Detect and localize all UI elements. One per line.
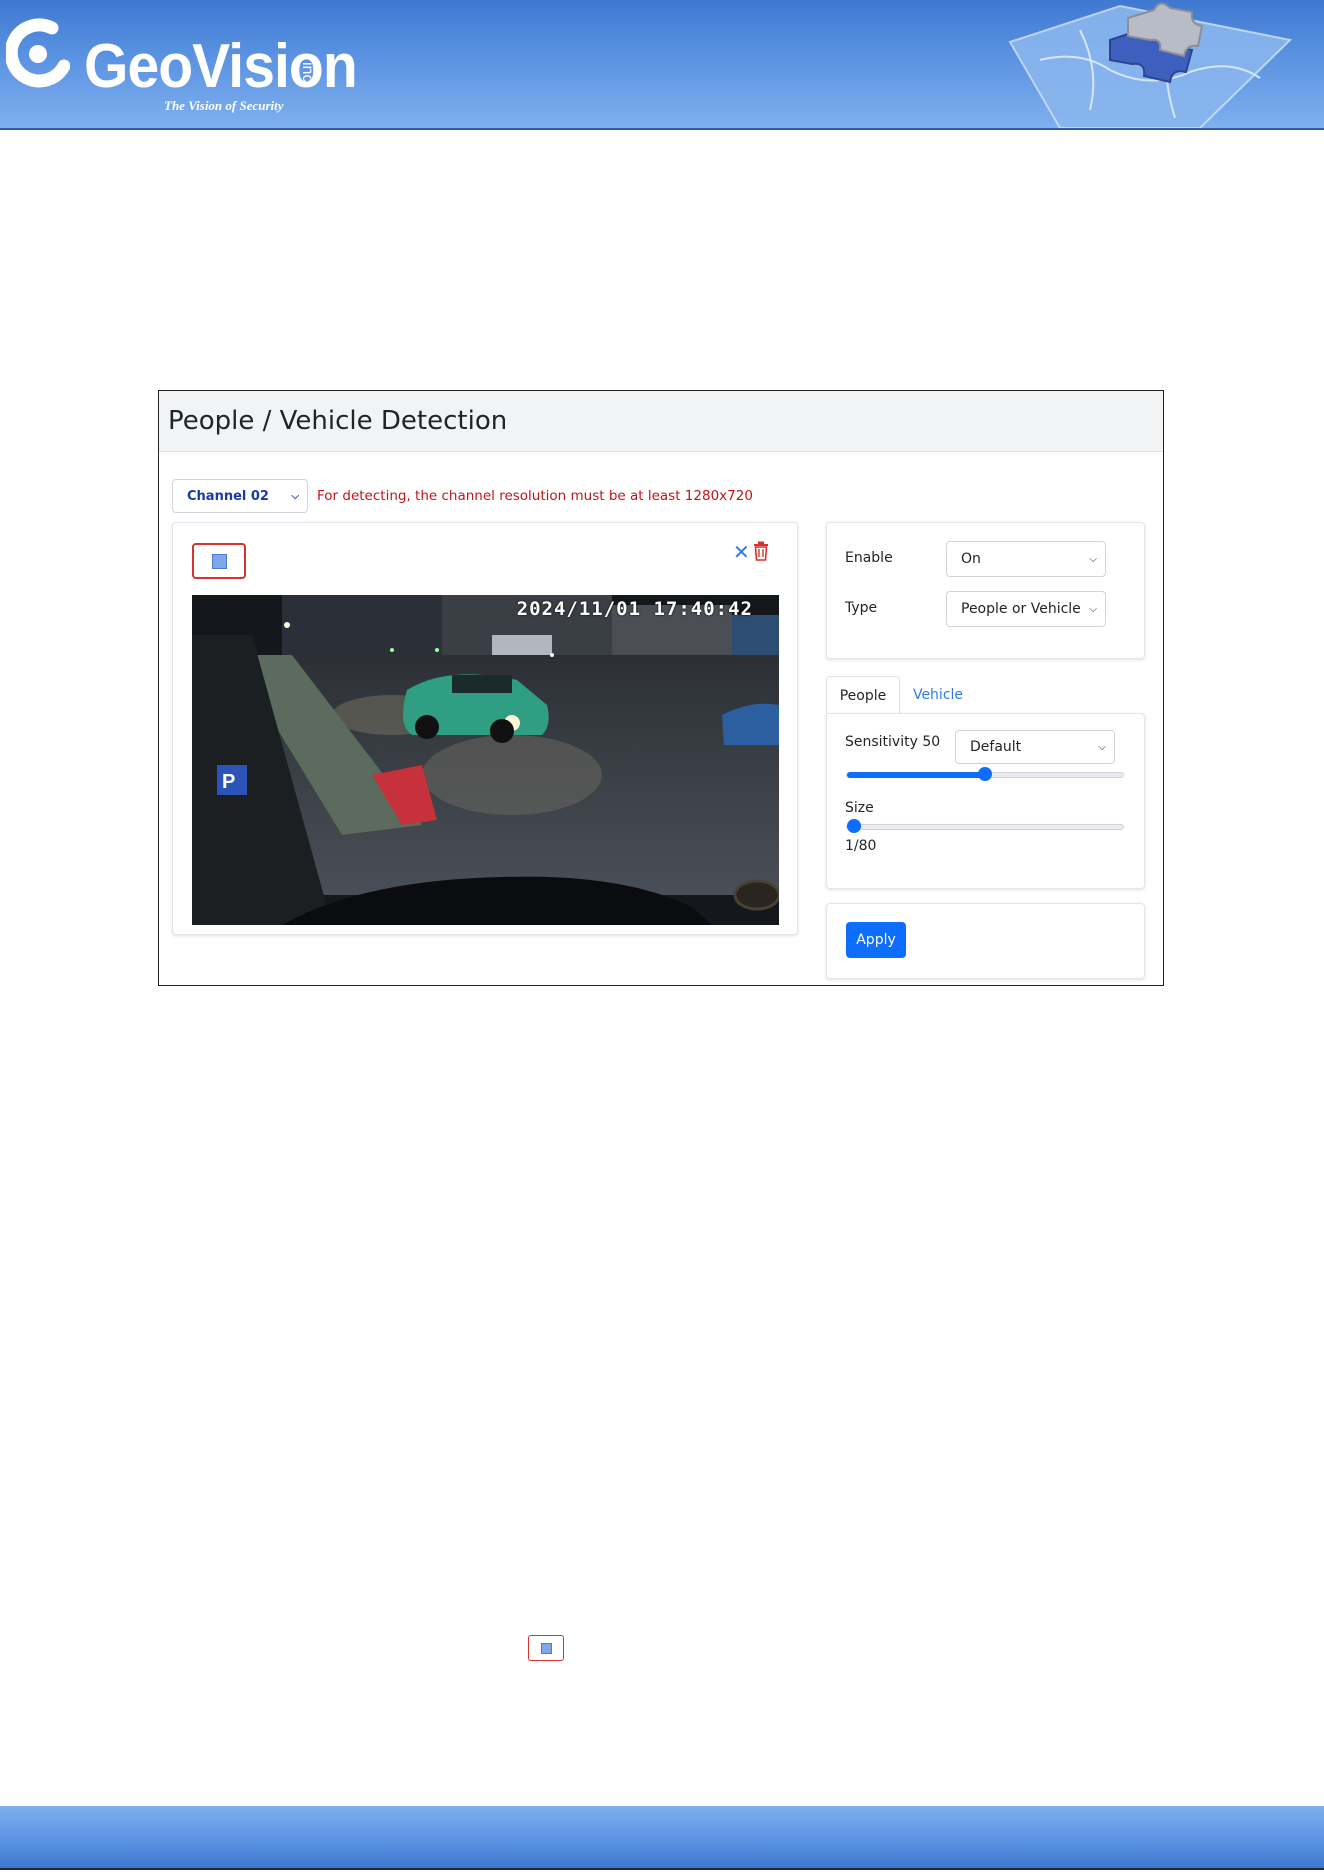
channel-select-value: Channel 02 — [187, 488, 269, 504]
street-scene-image: P — [192, 595, 779, 925]
trash-icon[interactable] — [753, 541, 769, 561]
type-select-value: People or Vehicle — [961, 601, 1081, 617]
chevron-down-icon: ⌵ — [1098, 741, 1106, 753]
enable-select-value: On — [961, 551, 981, 567]
size-label: Size — [845, 800, 874, 816]
footer-band — [0, 1806, 1324, 1870]
puzzle-graphic-icon — [1008, 2, 1293, 128]
brand-suffix: inc — [299, 62, 316, 83]
video-timestamp: 2024/11/01 17:40:42 — [516, 598, 753, 620]
sensitivity-preset-select[interactable]: Default ⌵ — [955, 730, 1115, 764]
draw-region-icon — [540, 1642, 552, 1654]
enable-select[interactable]: On ⌵ — [946, 541, 1106, 577]
detection-settings-card: Enable On ⌵ Type People or Vehicle ⌵ — [826, 522, 1145, 659]
sensitivity-slider-fill — [847, 772, 985, 778]
page-header: People / Vehicle Detection — [159, 391, 1163, 452]
sensitivity-slider-thumb[interactable] — [978, 767, 992, 781]
video-card: ✕ P 2024/11/01 17:40:42 — [172, 522, 798, 935]
page-title: People / Vehicle Detection — [168, 406, 508, 436]
chevron-down-icon: ⌵ — [1089, 603, 1097, 615]
draw-region-button[interactable] — [192, 543, 246, 579]
geovision-logo-icon — [6, 18, 70, 88]
chevron-down-icon: ⌵ — [291, 490, 299, 502]
detection-screenshot: People / Vehicle Detection Channel 02 ⌵ … — [158, 390, 1164, 986]
svg-text:P: P — [222, 771, 235, 793]
apply-card: Apply — [826, 903, 1145, 979]
apply-button[interactable]: Apply — [846, 922, 906, 958]
brand-tagline: The Vision of Security — [164, 98, 284, 113]
sensitivity-preset-value: Default — [970, 739, 1022, 755]
tab-vehicle-label: Vehicle — [912, 687, 964, 703]
close-icon[interactable]: ✕ — [733, 542, 750, 562]
draw-region-inline-icon — [528, 1635, 564, 1661]
size-value: 1/80 — [845, 838, 877, 854]
object-tabs: People Vehicle — [826, 676, 1145, 714]
people-settings-card: Sensitivity 50 Default ⌵ Size 1/80 — [826, 713, 1145, 889]
sensitivity-slider[interactable] — [846, 767, 1124, 781]
header-banner: GeoVision inc The Vision of Security — [0, 0, 1324, 130]
type-select[interactable]: People or Vehicle ⌵ — [946, 591, 1106, 627]
size-slider-thumb[interactable] — [847, 819, 861, 833]
type-label: Type — [845, 600, 878, 616]
resolution-warning: For detecting, the channel resolution mu… — [317, 488, 753, 504]
tab-vehicle[interactable]: Vehicle — [902, 676, 974, 714]
camera-feed[interactable]: P 2024/11/01 17:40:42 — [192, 595, 779, 925]
enable-label: Enable — [845, 550, 893, 566]
draw-region-icon — [211, 553, 227, 569]
size-slider[interactable] — [846, 819, 1124, 833]
tab-people-label: People — [839, 687, 887, 704]
channel-row: Channel 02 ⌵ For detecting, the channel … — [172, 479, 753, 513]
sensitivity-label: Sensitivity 50 — [845, 734, 941, 750]
chevron-down-icon: ⌵ — [1089, 553, 1097, 565]
channel-select[interactable]: Channel 02 ⌵ — [172, 479, 308, 513]
tab-people[interactable]: People — [826, 676, 900, 714]
